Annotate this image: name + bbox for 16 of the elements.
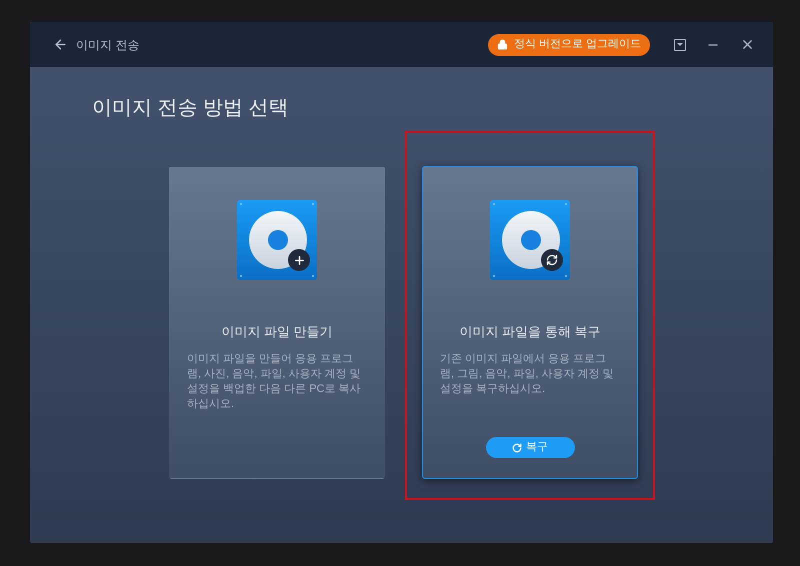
lock-icon: [496, 39, 508, 50]
window-title: 이미지 전송: [76, 36, 140, 54]
card-description: 이미지 파일을 만들어 응용 프로그램, 사진, 음악, 파일, 사용자 계정 및 설정을 백업한 다음 다른 PC로 복사하십시오.: [187, 352, 362, 412]
disc-image-icon: [490, 200, 570, 280]
refresh-icon: [512, 442, 522, 452]
card-description: 기존 이미지 파일에서 응용 프로그램, 그림, 음악, 파일, 사용자 계정 및 설정을 복구하십시오.: [440, 352, 615, 396]
option-card[interactable]: 이미지 파일을 통해 복구 기존 이미지 파일에서 응용 프로그램, 그림, 음악, 파일, 사용자 계정 및 설정을 복구하십시오. 복구: [422, 166, 638, 479]
close-icon[interactable]: [740, 37, 755, 52]
upgrade-button[interactable]: 정식 버전으로 업그레이드: [488, 34, 650, 56]
option-card[interactable]: 이미지 파일 만들기 이미지 파일을 만들어 응용 프로그램, 사진, 음악, 파일, 사용자 계정 및 설정을 백업한 다음 다른 PC로 복사하십시오.: [169, 166, 385, 479]
card-title: 이미지 파일을 통해 복구: [460, 323, 600, 341]
card-title: 이미지 파일 만들기: [221, 323, 333, 341]
dropdown-icon[interactable]: [674, 38, 686, 50]
disc-image-icon: [237, 200, 317, 280]
page-heading: 이미지 전송 방법 선택: [92, 96, 290, 121]
restore-button[interactable]: 복구: [486, 437, 574, 458]
